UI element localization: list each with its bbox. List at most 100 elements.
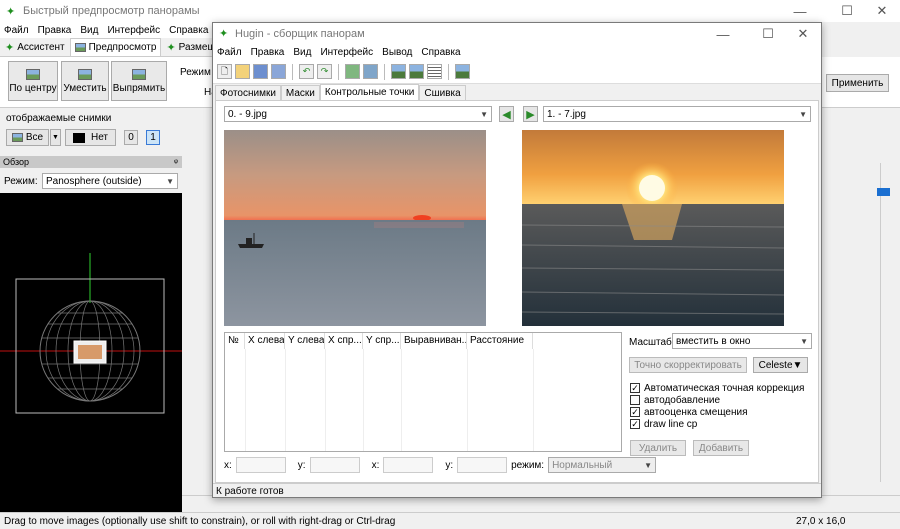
show-none-button[interactable]: Нет <box>65 129 116 146</box>
x-right-input[interactable] <box>383 457 434 473</box>
gl-preview-icon[interactable] <box>455 64 470 79</box>
tab-masks[interactable]: Маски <box>280 85 320 100</box>
next-image-button[interactable]: ▶ <box>523 106 538 122</box>
image-toggle-1[interactable]: 1 <box>146 130 160 145</box>
straighten-button[interactable]: Выпрямить <box>111 61 167 101</box>
auto-estimate-checkbox[interactable]: ✓ автооценка смещения <box>630 406 804 418</box>
panosphere-view <box>0 253 182 414</box>
hugin-minimize-button[interactable]: — <box>703 23 743 45</box>
hugin-close-button[interactable]: ✕ <box>783 23 823 45</box>
center-button[interactable]: По центру <box>8 61 58 101</box>
control-points-table[interactable]: № X слева Y слева X спр... Y спр... Выра… <box>224 332 622 452</box>
add-button[interactable]: Добавить <box>693 440 749 456</box>
save-icon[interactable] <box>253 64 268 79</box>
overview-canvas[interactable] <box>0 193 182 512</box>
optimize-icon[interactable] <box>363 64 378 79</box>
hugin-status-text: К работе готов <box>216 486 284 497</box>
fit-button[interactable]: Уместить <box>61 61 109 101</box>
image-toggle-0[interactable]: 0 <box>124 130 138 145</box>
save-as-icon[interactable] <box>271 64 286 79</box>
hugin-menu-file[interactable]: Файл <box>217 47 242 58</box>
tab-photos[interactable]: Фотоснимки <box>215 85 281 100</box>
detector-button[interactable]: Celeste▼ <box>753 357 808 373</box>
batch-icon[interactable] <box>427 64 442 79</box>
hugin-menu-interface[interactable]: Интерфейс <box>320 47 373 58</box>
tab-control-points[interactable]: Контрольные точки <box>319 84 420 100</box>
hugin-maximize-button[interactable]: ☐ <box>748 23 788 45</box>
col-y-left[interactable]: Y слева <box>285 333 325 349</box>
show-dropdown-button[interactable]: ▼ <box>50 129 61 146</box>
auto-fine-tune-checkbox[interactable]: ✓ Автоматическая точная коррекция <box>630 382 804 394</box>
checkbox-unchecked <box>630 395 640 405</box>
fast-preview-icon[interactable] <box>409 64 424 79</box>
no-images-icon <box>72 132 85 143</box>
right-image-select[interactable]: 1. - 7.jpg ▼ <box>543 106 811 122</box>
menu-interface[interactable]: Интерфейс <box>107 25 160 36</box>
col-x-right[interactable]: X спр... <box>325 333 363 349</box>
y-right-input[interactable] <box>457 457 508 473</box>
col-number[interactable]: № <box>225 333 245 349</box>
col-y-right[interactable]: Y спр... <box>363 333 401 349</box>
scale-select[interactable]: вместить в окно ▼ <box>672 333 812 349</box>
delete-button[interactable]: Удалить <box>630 440 686 456</box>
hugin-titlebar: ✦ Hugin - сборщик панорам — ☐ ✕ <box>213 23 821 45</box>
cp-mode-select[interactable]: Нормальный ▼ <box>548 457 657 473</box>
left-image-select[interactable]: 0. - 9.jpg ▼ <box>224 106 492 122</box>
hugin-menu-help[interactable]: Справка <box>421 47 460 58</box>
left-image-view[interactable] <box>224 130 486 326</box>
redo-icon[interactable]: ↷ <box>317 64 332 79</box>
y-left-input[interactable] <box>309 457 360 473</box>
scale-label: Масштаб: <box>629 337 675 348</box>
col-distance[interactable]: Расстояние <box>467 333 533 349</box>
hugin-app-icon: ✦ <box>6 6 16 18</box>
chevron-down-icon: ▼ <box>644 460 653 470</box>
coordinates-row: x: y: x: y: режим: Нормальный ▼ <box>224 457 814 473</box>
tab-stitch[interactable]: Сшивка <box>419 85 466 100</box>
add-images-icon[interactable] <box>345 64 360 79</box>
col-alignment[interactable]: Выравниван... <box>401 333 467 349</box>
shown-images-panel: отображаемые снимки Все ▼ Нет 0 1 <box>0 108 215 156</box>
center-icon <box>26 68 40 80</box>
fov-slider-track[interactable] <box>880 163 890 503</box>
new-project-icon[interactable]: 🗋 <box>217 64 232 79</box>
prev-image-button[interactable]: ◀ <box>499 106 514 122</box>
pin-icon[interactable]: ᵠ <box>174 156 178 168</box>
hugin-menu-view[interactable]: Вид <box>293 47 311 58</box>
cp-mode-label: режим: <box>511 459 545 471</box>
undo-icon[interactable]: ↶ <box>299 64 314 79</box>
hugin-window: ✦ Hugin - сборщик панорам — ☐ ✕ Файл Пра… <box>212 22 822 498</box>
menu-edit[interactable]: Правка <box>38 25 72 36</box>
hugin-menu-output[interactable]: Вывод <box>382 47 412 58</box>
menu-file[interactable]: Файл <box>4 25 29 36</box>
close-button[interactable]: ✕ <box>862 0 900 22</box>
overview-title: Обзор <box>3 157 29 167</box>
y2-label: y: <box>445 459 454 471</box>
menu-view[interactable]: Вид <box>80 25 98 36</box>
status-fov: 27,0 x 16,0 <box>796 516 846 527</box>
tab-preview[interactable]: Предпросмотр <box>69 38 162 56</box>
tab-assistant[interactable]: ✦ Ассистент <box>0 38 70 56</box>
options-list: ✓ Автоматическая точная коррекция автодоб… <box>630 382 804 430</box>
control-points-panel: 0. - 9.jpg ▼ ◀ ▶ 1. - 7.jpg ▼ № X слева … <box>215 100 819 483</box>
minimize-button[interactable]: — <box>780 0 820 22</box>
maximize-button[interactable]: ☐ <box>827 0 867 22</box>
overview-mode-select[interactable]: Panosphere (outside) ▼ <box>42 173 178 189</box>
right-image-view[interactable] <box>522 130 784 326</box>
arrow-right-icon: ▶ <box>526 108 535 121</box>
apply-button[interactable]: Применить <box>826 74 889 92</box>
x-left-input[interactable] <box>235 457 286 473</box>
right-sunset-photo <box>522 130 784 326</box>
auto-add-checkbox[interactable]: автодобавление <box>630 394 804 406</box>
left-sunset-photo <box>224 130 486 326</box>
col-x-left[interactable]: X слева <box>245 333 285 349</box>
fine-tune-button[interactable]: Точно скорректировать <box>629 357 747 373</box>
overview-mode-label: Режим: <box>4 176 38 187</box>
menu-help[interactable]: Справка <box>169 25 208 36</box>
hugin-menu-edit[interactable]: Правка <box>251 47 285 58</box>
show-all-button[interactable]: Все <box>6 129 49 146</box>
draw-line-cp-checkbox[interactable]: ✓ draw line cp <box>630 418 804 430</box>
preview-icon[interactable] <box>391 64 406 79</box>
fov-slider-thumb[interactable] <box>877 188 890 196</box>
hugin-status-bar: К работе готов <box>213 483 821 498</box>
open-project-icon[interactable] <box>235 64 250 79</box>
